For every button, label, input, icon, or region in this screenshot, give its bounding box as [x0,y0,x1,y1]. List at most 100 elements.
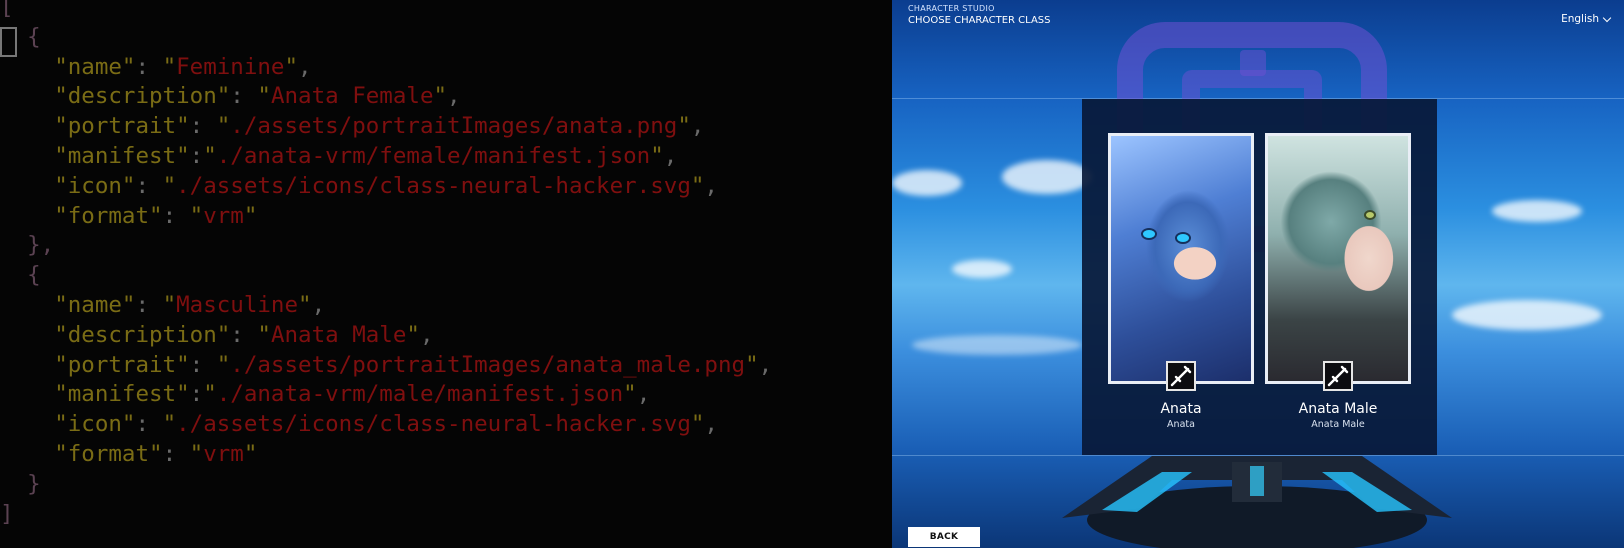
class-name: Anata Male [1298,401,1378,417]
code-token: : [230,83,258,110]
code-token: , [419,321,434,348]
code-token: : [135,172,163,199]
code-token: "name" [54,292,136,318]
class-selection-panel: Anata Anata Anata Male Anata Male [1082,99,1437,455]
class-card-anata-male[interactable]: Anata Male Anata Male [1265,133,1411,430]
code-token: : [162,202,190,229]
json-editor-pane[interactable]: [ { "name": "Feminine", "description": "… [0,0,892,548]
code-token: : [135,53,163,80]
class-card-anata[interactable]: Anata Anata [1108,133,1254,430]
code-token: ] [0,500,14,527]
code-token: [ [0,0,14,20]
code-line[interactable]: "name": "Masculine", [0,290,325,320]
code-token: " [433,83,448,110]
language-value: English [1561,13,1599,25]
code-line[interactable]: "portrait": "./assets/portraitImages/ana… [0,350,772,380]
code-token: , [298,53,312,80]
code-token: { [0,262,41,289]
portrait-eye [1141,228,1157,240]
code-token: : [189,381,204,408]
page-title: CHOOSE CHARACTER CLASS [908,15,1051,26]
code-line[interactable]: "manifest": "./anata-vrm/male/manifest.js… [0,379,650,409]
neural-hacker-class-icon [1166,361,1196,391]
cloud [1002,160,1092,194]
code-line[interactable]: ] [0,499,14,529]
code-token: " [216,351,231,378]
class-name: Anata [1160,401,1202,417]
code-line[interactable]: { [0,260,41,290]
code-token: " [650,143,664,169]
code-line[interactable]: "format": "vrm" [0,201,257,231]
character-platform [1062,456,1452,548]
code-token: "format" [54,441,163,467]
code-token: "portrait" [54,351,190,378]
code-line[interactable]: "description": "Anata Female", [0,81,460,111]
code-token: " [623,381,637,408]
code-token: , [758,351,773,378]
code-token: "description" [54,83,231,110]
cloud [1452,300,1602,330]
code-token: : [135,411,163,438]
code-line[interactable]: "name": "Feminine", [0,52,312,82]
code-line[interactable]: } [0,469,41,499]
portrait-image [1108,133,1254,384]
code-token: Anata Female [270,83,434,110]
code-token: " [162,411,177,438]
code-token: " [162,172,177,199]
code-token: " [189,202,204,229]
code-token: " [257,321,271,348]
code-token: "icon" [54,411,136,438]
studio-label: CHARACTER STUDIO [908,4,995,13]
code-line[interactable]: "icon": "./assets/icons/class-neural-hac… [0,409,718,439]
code-token: " [162,292,177,318]
code-token: : [189,143,204,169]
code-token: "icon" [54,172,136,199]
code-token: vrm [203,441,244,467]
code-token: , [690,113,705,140]
code-token: ./assets/icons/class-neural-hacker.svg [176,411,691,438]
code-token: ./assets/portraitImages/anata_male.png [230,351,746,378]
code-line[interactable]: [ [0,0,14,22]
background-emblem-dot [1240,50,1266,76]
character-studio-app: CHARACTER STUDIO CHOOSE CHARACTER CLASS … [892,0,1624,548]
code-line[interactable]: "format": "vrm" [0,439,257,469]
code-line[interactable]: "portrait": "./assets/portraitImages/ana… [0,111,704,141]
code-token: "manifest" [54,143,190,169]
code-token: Masculine [176,292,299,318]
code-token: "description" [54,321,231,348]
code-token: ./assets/icons/class-neural-hacker.svg [176,172,691,199]
cloud [1492,200,1582,222]
code-line[interactable]: "icon": "./assets/icons/class-neural-hac… [0,171,718,201]
code-line[interactable]: "manifest":"./anata-vrm/female/manifest.… [0,141,677,171]
cloud [952,260,1012,278]
code-token: vrm [203,202,244,229]
code-token: "manifest" [54,381,190,408]
code-token: : [189,113,217,140]
code-token: Anata Male [270,321,407,348]
code-token: " [298,292,312,318]
code-token: "format" [54,202,163,229]
code-token: ./assets/portraitImages/anata.png [230,113,678,140]
code-token: } [0,470,41,497]
language-select[interactable]: English [1561,10,1612,28]
code-line[interactable]: }, [0,230,54,260]
code-token: ./anata-vrm/male/manifest.json [216,381,624,408]
code-token: " [189,441,204,467]
code-line[interactable]: "description": "Anata Male", [0,320,434,350]
code-token: , [704,172,718,199]
neural-hacker-glyph [1170,365,1192,387]
code-token: Feminine [176,53,285,80]
back-button[interactable]: BACK [908,527,980,547]
neural-hacker-glyph [1327,365,1349,387]
neural-hacker-class-icon [1323,361,1353,391]
code-token: , [663,143,678,169]
